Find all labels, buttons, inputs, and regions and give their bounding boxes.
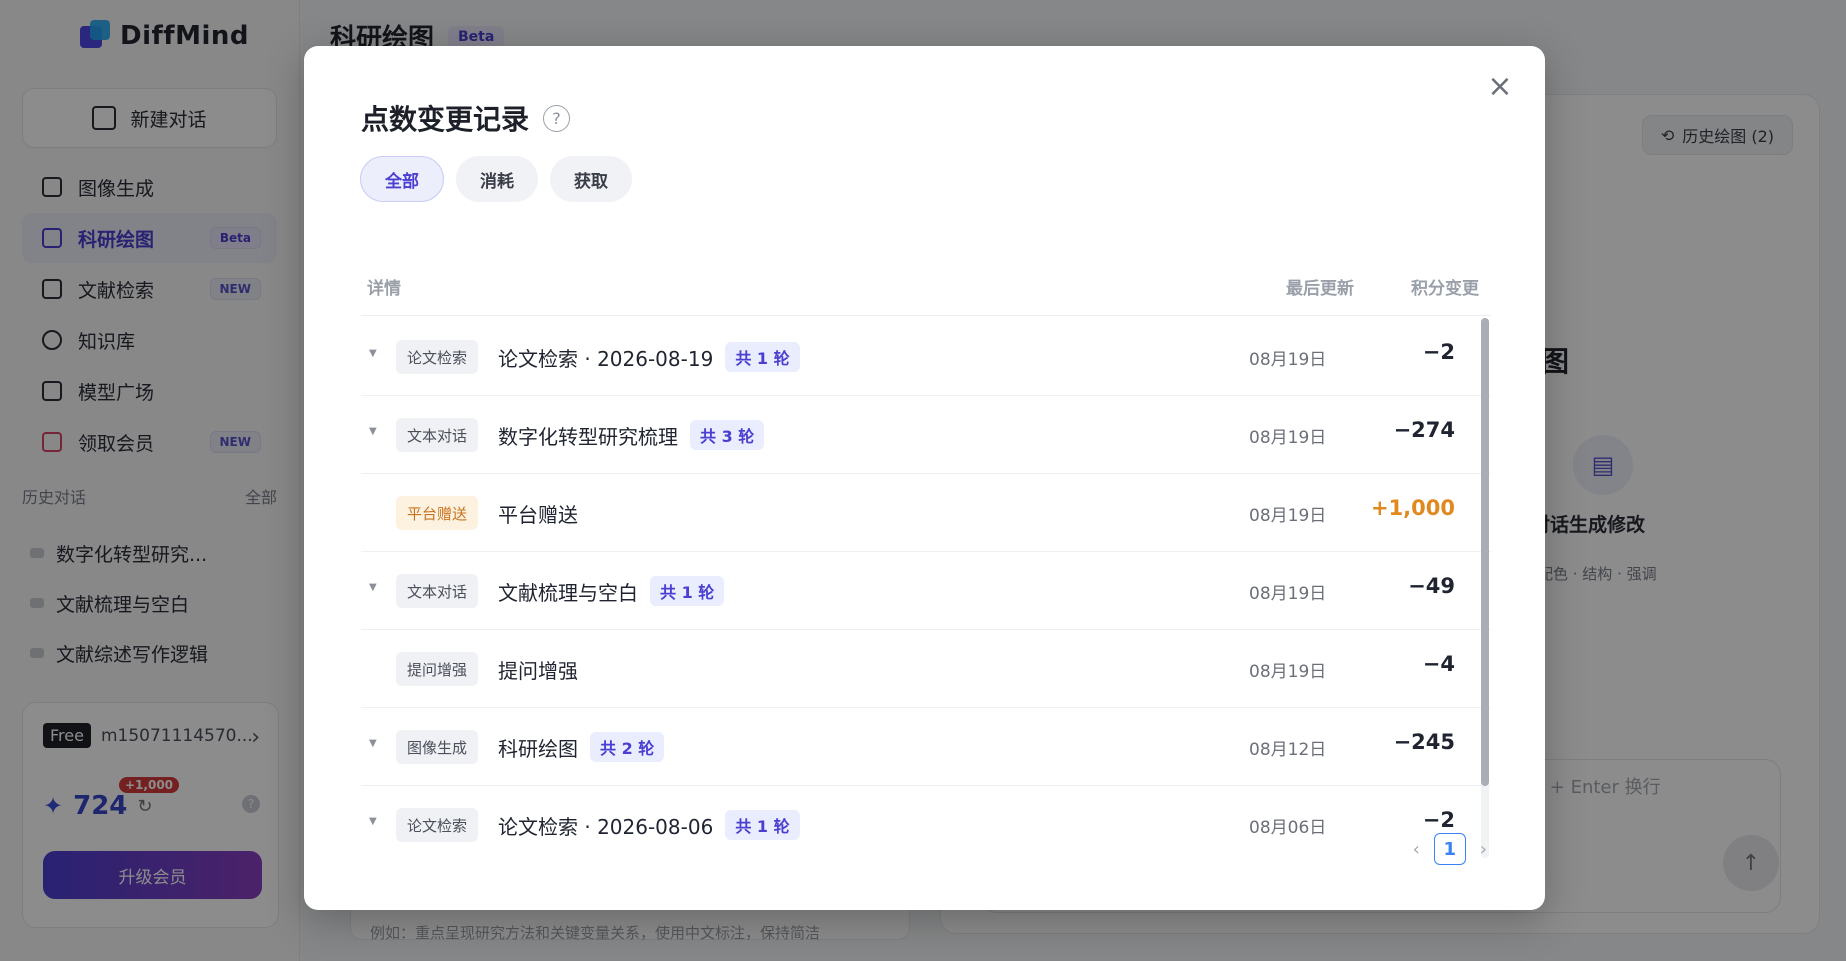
tab-all[interactable]: 全部 bbox=[360, 156, 444, 202]
record-title: 文献梳理与空白共 1 轮 bbox=[498, 574, 725, 608]
record-date: 08月06日 bbox=[1249, 818, 1327, 838]
rounds-badge: 共 1 轮 bbox=[725, 342, 800, 372]
record-amount: −274 bbox=[1393, 418, 1455, 442]
record-title: 提问增强 bbox=[498, 652, 578, 686]
record-title: 论文检索 · 2026-08-06 共 1 轮 bbox=[498, 808, 800, 842]
modal-title-text: 点数变更记录 bbox=[361, 103, 530, 136]
record-date: 08月19日 bbox=[1249, 662, 1327, 682]
filter-tabs: 全部 消耗 获取 bbox=[360, 156, 632, 202]
record-amount: −49 bbox=[1408, 574, 1455, 598]
points-history-modal: × 点数变更记录 ? 全部 消耗 获取 详情 最后更新 积分变更 ▼ 论文检索 论文… bbox=[304, 46, 1545, 910]
scrollbar-thumb[interactable] bbox=[1481, 318, 1489, 786]
expand-caret-icon[interactable]: ▼ bbox=[369, 816, 377, 827]
column-updated: 最后更新 bbox=[1286, 279, 1354, 299]
record-amount: +1,000 bbox=[1370, 496, 1455, 520]
record-title-text: 科研绘图 bbox=[498, 736, 578, 761]
scrollbar[interactable] bbox=[1481, 318, 1489, 858]
table-row[interactable]: ▼ 图像生成 科研绘图共 2 轮 08月12日 −245 bbox=[361, 708, 1491, 786]
record-title-text: 论文检索 · 2026-08-19 bbox=[498, 346, 714, 371]
rounds-badge: 共 1 轮 bbox=[650, 576, 725, 606]
modal-title: 点数变更记录 ? bbox=[361, 98, 571, 138]
page-number-current[interactable]: 1 bbox=[1433, 833, 1466, 865]
record-type-tag: 论文检索 bbox=[396, 808, 479, 842]
rounds-badge: 共 1 轮 bbox=[725, 810, 800, 840]
record-type-tag: 文本对话 bbox=[396, 574, 479, 608]
record-title: 数字化转型研究梳理共 3 轮 bbox=[498, 418, 765, 452]
expand-caret-icon[interactable]: ▼ bbox=[369, 582, 377, 593]
record-title-text: 文献梳理与空白 bbox=[498, 580, 638, 605]
table-row[interactable]: 平台赠送 平台赠送 08月19日 +1,000 bbox=[361, 474, 1491, 552]
rounds-badge: 共 2 轮 bbox=[590, 732, 665, 762]
close-icon[interactable]: × bbox=[1485, 72, 1515, 102]
record-title: 论文检索 · 2026-08-19 共 1 轮 bbox=[498, 340, 800, 374]
record-date: 08月19日 bbox=[1249, 584, 1327, 604]
record-amount: −4 bbox=[1422, 652, 1455, 676]
record-type-tag: 论文检索 bbox=[396, 340, 479, 374]
column-change: 积分变更 bbox=[1411, 279, 1479, 299]
record-amount: −245 bbox=[1393, 730, 1455, 754]
record-title: 平台赠送 bbox=[498, 496, 578, 530]
record-amount: −2 bbox=[1422, 340, 1455, 364]
record-type-tag: 提问增强 bbox=[396, 652, 479, 686]
column-detail: 详情 bbox=[367, 279, 401, 299]
records-table: ▼ 论文检索 论文检索 · 2026-08-19 共 1 轮 08月19日 −2 ▼ 文本对话… bbox=[361, 318, 1491, 858]
table-row[interactable]: ▼ 文本对话 数字化转型研究梳理共 3 轮 08月19日 −274 bbox=[361, 396, 1491, 474]
record-type-tag: 图像生成 bbox=[396, 730, 479, 764]
expand-caret-icon[interactable]: ▼ bbox=[369, 348, 377, 359]
expand-caret-icon[interactable]: ▼ bbox=[369, 738, 377, 749]
record-amount: −2 bbox=[1422, 808, 1455, 832]
record-title: 科研绘图共 2 轮 bbox=[498, 730, 665, 764]
table-row[interactable]: ▼ 论文检索 论文检索 · 2026-08-06 共 1 轮 08月06日 −2 bbox=[361, 786, 1491, 858]
table-row[interactable]: ▼ 文本对话 文献梳理与空白共 1 轮 08月19日 −49 bbox=[361, 552, 1491, 630]
tab-consume[interactable]: 消耗 bbox=[456, 156, 538, 202]
record-date: 08月12日 bbox=[1249, 740, 1327, 760]
help-icon[interactable]: ? bbox=[543, 104, 571, 132]
table-row[interactable]: 提问增强 提问增强 08月19日 −4 bbox=[361, 630, 1491, 708]
prev-page-icon[interactable]: ‹ bbox=[1413, 839, 1420, 860]
record-date: 08月19日 bbox=[1249, 350, 1327, 370]
record-date: 08月19日 bbox=[1249, 506, 1327, 526]
record-title-text: 数字化转型研究梳理 bbox=[498, 424, 678, 449]
record-title-text: 平台赠送 bbox=[498, 502, 578, 527]
record-type-tag: 文本对话 bbox=[396, 418, 479, 452]
rounds-badge: 共 3 轮 bbox=[690, 420, 765, 450]
record-type-tag: 平台赠送 bbox=[396, 496, 479, 530]
table-row[interactable]: ▼ 论文检索 论文检索 · 2026-08-19 共 1 轮 08月19日 −2 bbox=[361, 318, 1491, 396]
record-title-text: 论文检索 · 2026-08-06 bbox=[498, 814, 714, 839]
record-title-text: 提问增强 bbox=[498, 658, 578, 683]
record-date: 08月19日 bbox=[1249, 428, 1327, 448]
pagination: ‹ 1 › bbox=[1413, 833, 1487, 865]
tab-earn[interactable]: 获取 bbox=[550, 156, 632, 202]
expand-caret-icon[interactable]: ▼ bbox=[369, 426, 377, 437]
table-header: 详情 最后更新 积分变更 bbox=[361, 264, 1491, 316]
next-page-icon[interactable]: › bbox=[1480, 839, 1487, 860]
